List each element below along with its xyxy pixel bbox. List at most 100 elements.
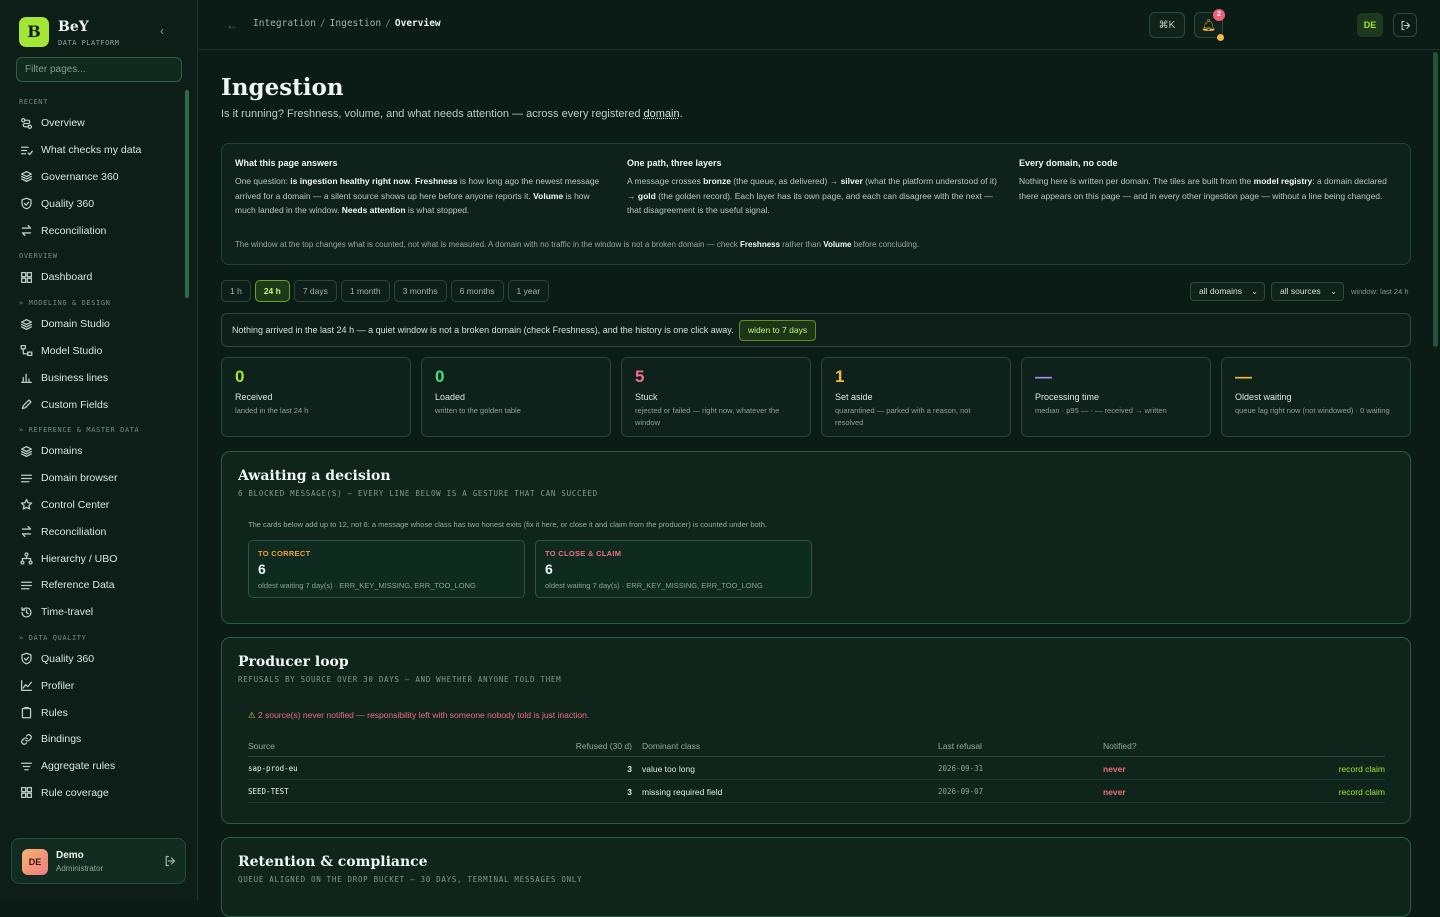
source-filter-select[interactable]: all sources ⌄ [1271, 282, 1344, 301]
list-icon [19, 578, 33, 592]
metric-caption: rejected or failed — right now, whatever… [635, 405, 800, 429]
sidebar-item-label: Overview [41, 117, 85, 129]
sidebar-item-governance-360[interactable]: Governance 360 [0, 164, 186, 191]
metric-caption: written to the golden table [435, 405, 600, 417]
grid-icon [19, 270, 33, 284]
arrows-swap-icon [19, 525, 33, 539]
sidebar-item-what-checks-my-data[interactable]: What checks my data [0, 137, 186, 164]
nav-group-label: OVERVIEW [19, 248, 186, 264]
logout-icon[interactable] [164, 854, 178, 868]
line-chart-icon [19, 679, 33, 693]
arrows-swap-icon [19, 224, 33, 238]
metric-tile-processing-time[interactable]: — Processing time median · p95 — · — recei… [1021, 357, 1211, 437]
sidebar-scrollbar[interactable] [185, 90, 189, 298]
sidebar-item-label: Reconciliation [41, 526, 106, 538]
metric-caption: quarantined — parked with a reason, not … [835, 405, 1000, 429]
producer-loop-card: Producer loop REFUSALS BY SOURCE OVER 30… [221, 637, 1411, 824]
sidebar-item-label: Bindings [41, 733, 81, 745]
section-subtitle: QUEUE ALIGNED ON THE DROP BUCKET — 30 DA… [238, 875, 582, 884]
bell-icon: 🔔︎ [1201, 18, 1216, 32]
sidebar-item-domain-studio[interactable]: Domain Studio [0, 311, 186, 338]
metric-label: Received [235, 392, 273, 402]
section-title: Producer loop [238, 654, 349, 670]
sidebar-item-control-center[interactable]: Control Center [0, 492, 186, 519]
intro-panel: What this page answers One question: is i… [221, 143, 1411, 265]
metric-tile-received[interactable]: 0 Received landed in the last 24 h [221, 357, 411, 437]
sidebar-item-quality-360[interactable]: Quality 360 [0, 190, 186, 217]
sign-out-button[interactable] [1393, 13, 1417, 37]
metric-tile-stuck[interactable]: 5 Stuck rejected or failed — right now, wh… [621, 357, 811, 437]
intro-column: What this page answers One question: is i… [235, 158, 610, 218]
record-claim-link[interactable]: record claim [1339, 787, 1385, 797]
brand-logo[interactable]: B [19, 17, 49, 47]
brand-subtitle: DATA PLATFORM [58, 39, 119, 47]
sidebar-item-reference-data[interactable]: Reference Data [0, 572, 186, 599]
list-icon [19, 471, 33, 485]
section-title: Awaiting a decision [238, 468, 391, 484]
intro-column: Every domain, no code Nothing here is wri… [1019, 158, 1394, 203]
range-option-1month[interactable]: 1 month [341, 280, 390, 302]
sidebar-item-rule-coverage[interactable]: Rule coverage [0, 780, 186, 807]
sidebar-item-reconciliation[interactable]: Reconciliation [0, 518, 186, 545]
filter-pages-input[interactable] [16, 57, 182, 82]
link-icon [19, 732, 33, 746]
breadcrumb-ingestion[interactable]: Ingestion [330, 18, 381, 29]
to-close-claim-card[interactable]: TO CLOSE & CLAIM 6 oldest waiting 7 day(… [535, 540, 812, 598]
refusals-table: Source Refused (30 d) Dominant class Last r… [248, 734, 1385, 803]
sidebar-item-hierarchy-ubo[interactable]: Hierarchy / UBO [0, 545, 186, 572]
retention-card: Retention & compliance QUEUE ALIGNED ON … [221, 837, 1411, 917]
avatar: DE [22, 849, 48, 875]
breadcrumb-integration[interactable]: Integration [253, 18, 316, 29]
never-notified-warning: ⚠ 2 source(s) never notified — responsib… [248, 710, 589, 721]
metric-tile-oldest-waiting[interactable]: — Oldest waiting queue lag right now (not … [1221, 357, 1411, 437]
sidebar-item-reconciliation[interactable]: Reconciliation [0, 217, 186, 244]
domain-filter-select[interactable]: all domains ⌄ [1190, 282, 1265, 301]
record-claim-link[interactable]: record claim [1339, 764, 1385, 774]
domain-link[interactable]: domain [644, 108, 680, 120]
sidebar-item-label: Reconciliation [41, 225, 106, 237]
sidebar-item-custom-fields[interactable]: Custom Fields [0, 391, 186, 418]
range-option-6months[interactable]: 6 months [451, 280, 504, 302]
sidebar-item-domains[interactable]: Domains [0, 438, 186, 465]
status-dot [1217, 34, 1224, 41]
back-arrow-icon[interactable]: ← [226, 18, 238, 32]
time-range-selector: 1 h 24 h7 days 1 month 3 months 6 months 1 ye… [221, 280, 549, 302]
hierarchy-icon [19, 552, 33, 566]
sidebar-item-rules[interactable]: Rules [0, 699, 186, 726]
sidebar-item-business-lines[interactable]: Business lines [0, 364, 186, 391]
metric-tile-loaded[interactable]: 0 Loaded written to the golden table [421, 357, 611, 437]
section-subtitle: REFUSALS BY SOURCE OVER 30 DAYS — AND WH… [238, 675, 561, 684]
range-option-1h[interactable]: 1 h [221, 280, 251, 302]
user-card[interactable]: DE Demo Administrator [11, 838, 186, 884]
sidebar-item-domain-browser[interactable]: Domain browser [0, 465, 186, 492]
command-palette-button[interactable]: ⌘K [1149, 12, 1185, 38]
collapse-sidebar-icon[interactable]: ‹ [160, 24, 164, 38]
range-option-3months[interactable]: 3 months [394, 280, 447, 302]
sidebar-item-dashboard[interactable]: Dashboard [0, 264, 186, 291]
sidebar-item-label: What checks my data [41, 144, 141, 156]
widen-window-button[interactable]: widen to 7 days [739, 320, 816, 341]
metric-label: Loaded [435, 392, 465, 402]
to-correct-card[interactable]: TO CORRECT 6 oldest waiting 7 day(s) · E… [248, 540, 525, 598]
sidebar: B BeY DATA PLATFORM ‹ RECENT Overview What… [0, 0, 198, 900]
user-avatar-button[interactable]: DE [1357, 13, 1383, 37]
range-option-1year[interactable]: 1 year [508, 280, 550, 302]
sidebar-item-model-studio[interactable]: Model Studio [0, 338, 186, 365]
range-option-24h[interactable]: 24 h [255, 280, 290, 302]
sidebar-item-label: Time-travel [41, 606, 93, 618]
banner-text: Nothing arrived in the last 24 h — a qui… [232, 325, 734, 335]
range-option-7days[interactable]: 7 days [294, 280, 337, 302]
sidebar-item-overview[interactable]: Overview [0, 110, 186, 137]
main-scrollbar[interactable] [1433, 52, 1438, 347]
nav-group-label: » REFERENCE & MASTER DATA [19, 422, 186, 438]
sidebar-nav: RECENT Overview What checks my data Governa… [0, 94, 186, 806]
sidebar-item-quality-360[interactable]: Quality 360 [0, 646, 186, 673]
sidebar-item-label: Reference Data [41, 579, 115, 591]
sidebar-item-profiler[interactable]: Profiler [0, 672, 186, 699]
metric-tile-set-aside[interactable]: 1 Set aside quarantined — parked with a re… [821, 357, 1011, 437]
sidebar-item-bindings[interactable]: Bindings [0, 726, 186, 753]
nav-group-label: RECENT [19, 94, 186, 110]
sidebar-item-time-travel[interactable]: Time-travel [0, 599, 186, 626]
sidebar-item-aggregate-rules[interactable]: Aggregate rules [0, 753, 186, 780]
history-icon [19, 605, 33, 619]
